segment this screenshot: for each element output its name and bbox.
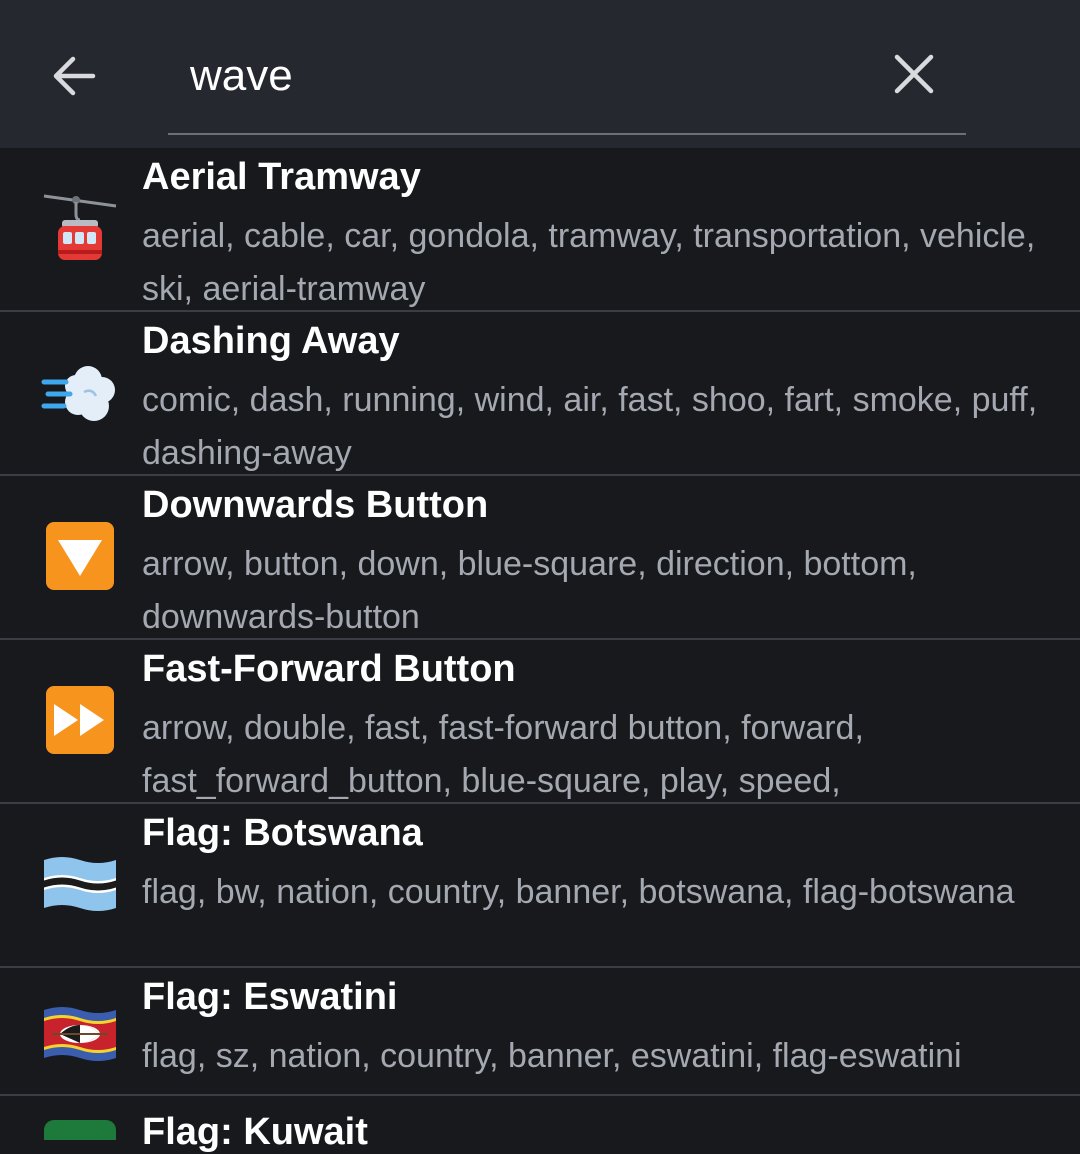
flag-kuwait-icon: [44, 1120, 116, 1140]
search-input[interactable]: [168, 36, 848, 116]
flag-eswatini-icon: [44, 1007, 116, 1061]
emoji-result-list: Aerial Tramway aerial, cable, car, gondo…: [0, 148, 1080, 1096]
result-row-fast-forward-button[interactable]: Fast-Forward Button arrow, double, fast,…: [0, 640, 1080, 804]
result-title-partial[interactable]: Flag: Kuwait: [142, 1111, 368, 1154]
back-button[interactable]: [44, 46, 104, 106]
downwards-button-icon: [46, 522, 114, 590]
result-title: Downwards Button: [142, 484, 489, 526]
result-row-flag-botswana[interactable]: Flag: Botswana flag, bw, nation, country…: [0, 804, 1080, 968]
result-title: Fast-Forward Button: [142, 648, 516, 690]
close-icon: [894, 54, 934, 94]
result-title: Flag: Botswana: [142, 812, 423, 854]
flag-botswana-icon: [44, 857, 116, 911]
result-row-dashing-away[interactable]: Dashing Away comic, dash, running, wind,…: [0, 312, 1080, 476]
fast-forward-button-icon: [46, 686, 114, 754]
result-keywords: arrow, button, down, blue-square, direct…: [142, 545, 917, 636]
result-row-flag-eswatini[interactable]: Flag: Eswatini flag, sz, nation, country…: [0, 968, 1080, 1096]
search-header: [0, 0, 1080, 148]
dashing-away-icon: [41, 366, 115, 421]
result-row-downwards-button[interactable]: Downwards Button arrow, button, down, bl…: [0, 476, 1080, 640]
arrow-left-icon: [53, 56, 96, 96]
result-title: Aerial Tramway: [142, 156, 421, 198]
aerial-tramway-icon: [43, 194, 117, 260]
result-title: Dashing Away: [142, 320, 400, 362]
search-underline: [168, 133, 966, 135]
result-keywords: comic, dash, running, wind, air, fast, s…: [142, 381, 1038, 472]
result-row-aerial-tramway[interactable]: Aerial Tramway aerial, cable, car, gondo…: [0, 148, 1080, 312]
result-title: Flag: Eswatini: [142, 976, 398, 1018]
result-keywords: flag, bw, nation, country, banner, botsw…: [142, 873, 1015, 911]
result-keywords: arrow, double, fast, fast-forward button…: [142, 709, 864, 800]
result-keywords: flag, sz, nation, country, banner, eswat…: [142, 1037, 962, 1075]
result-keywords: aerial, cable, car, gondola, tramway, tr…: [142, 217, 1036, 308]
clear-search-button[interactable]: [884, 44, 944, 104]
